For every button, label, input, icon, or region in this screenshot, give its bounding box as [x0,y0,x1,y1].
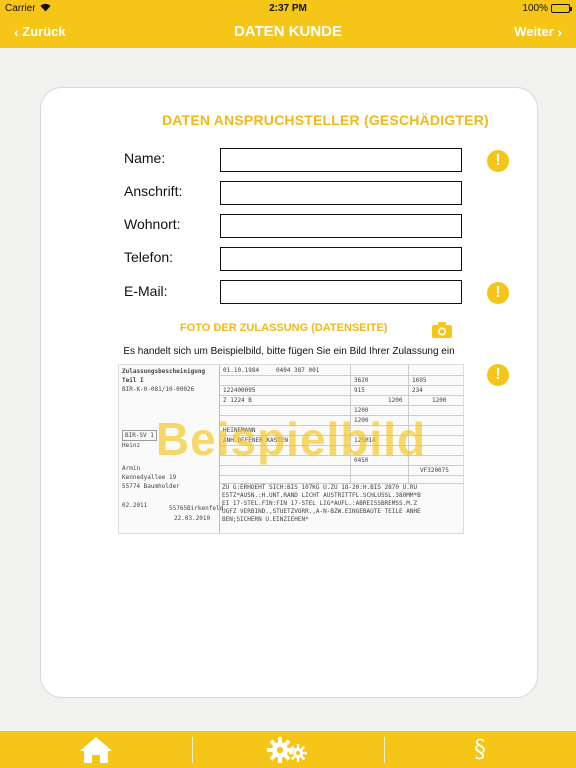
city-input[interactable] [220,214,462,238]
next-button[interactable]: Weiter › [514,24,562,40]
doc-v3: 915 [354,387,365,394]
doc-header: Zulassungsbescheinigung Teil I [122,368,206,384]
doc-remarks-1: ZU G:ERHOEHT SICH:BIS 107KG U.ZU 18-20:H… [222,484,418,491]
name-input[interactable] [220,148,462,172]
chevron-right-icon: › [557,24,562,40]
tab-home[interactable] [0,731,192,768]
doc-reg: BIR-K-0-081/10-00026 [122,386,195,393]
doc-type: Z 1224 B [223,397,252,404]
field-label-wohnort: Wohnort: [124,216,181,232]
doc-date2: 22.03.2010 [174,515,211,522]
doc-v1: 3620 [354,377,369,384]
doc-v2: 1695 [412,377,427,384]
tab-bar: § [0,731,576,768]
status-time: 2:37 PM [269,3,307,14]
doc-city: 55774 Baumholder [122,483,180,490]
camera-icon[interactable] [432,322,452,338]
next-label: Weiter [514,24,554,39]
warning-icon[interactable]: ! [487,150,509,172]
tab-legal[interactable]: § [384,731,576,768]
doc-c-date: 01.10.1984 [223,367,260,374]
doc-place: 55765Birkenfeld [169,505,224,512]
field-label-anschrift: Anschrift: [124,183,183,199]
photo-title: FOTO DER ZULASSUNG (DATENSEITE) [180,322,388,334]
paragraph-icon: § [474,735,486,763]
field-label-telefon: Telefon: [124,249,174,265]
warning-icon[interactable]: ! [487,364,509,386]
top-bar: Carrier 2:37 PM 100% ‹ Zurück DATEN KUND… [0,0,576,48]
doc-remarks-2: ESTZ*AUSN.:H.UNT.RAND LICHT AUSTRITTFL.S… [222,492,421,499]
doc-v4: 234 [412,387,423,394]
phone-input[interactable] [220,247,462,271]
doc-remarks-5: BEN;SICHERN U.EINZIEHEN* [222,516,309,523]
doc-remarks-4: UGFZ VERBIND.,STUETZVORR.,A-N-BZW.EINGEB… [222,508,421,515]
tab-settings[interactable] [192,731,384,768]
home-icon [80,736,112,763]
battery-icon [551,4,572,13]
photo-hint: Es handelt sich um Beispielbild, bitte f… [123,346,455,357]
doc-c-num: 122400095 [223,387,256,394]
doc-v5: 1200 [388,397,403,404]
gears-icon [267,736,307,763]
nav-title: DATEN KUNDE [233,23,343,40]
doc-street: Kennedyallee 19 [122,474,177,481]
doc-v11: VF320075 [420,467,449,474]
email-input[interactable] [220,280,462,304]
sample-watermark: Beispielbild [155,413,427,465]
doc-c-codes: 0404 387 001 [276,367,320,374]
address-input[interactable] [220,181,462,205]
section-title: DATEN ANSPRUCHSTELLER (GESCHÄDIGTER) [162,112,489,128]
doc-remarks-3: EI 17-STEL.FIN:FIN 17-STEL LIG*AUFL.:ABR… [222,500,418,507]
battery-percent: 100% [522,3,548,14]
field-label-name: Name: [124,150,166,166]
field-label-email: E-Mail: [124,283,168,299]
warning-icon[interactable]: ! [487,282,509,304]
doc-v6: 1200 [432,397,447,404]
doc-remarks: ZU G:ERHOEHT SICH:BIS 107KG U.ZU 18-20:H… [219,483,463,525]
status-bar: Carrier 2:37 PM 100% [0,0,576,16]
